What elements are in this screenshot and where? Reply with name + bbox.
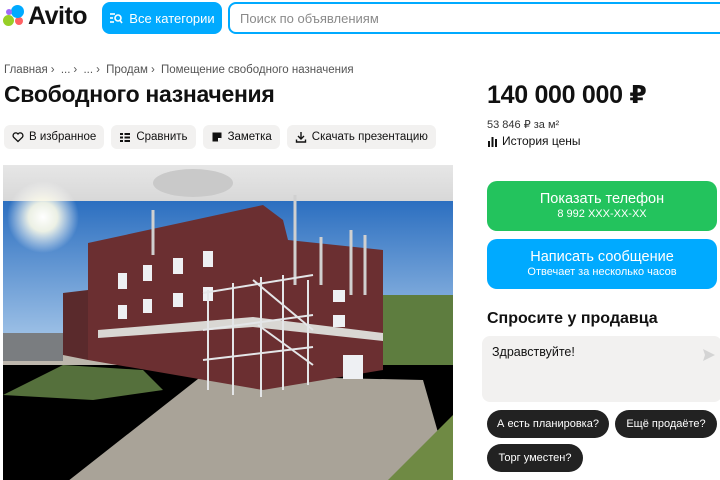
write-message-label: Написать сообщение xyxy=(530,249,674,265)
search-input[interactable]: Поиск по объявлениям xyxy=(228,2,720,34)
show-phone-label: Показать телефон xyxy=(539,191,665,207)
price-per-m2: 53 846 ₽ за м² xyxy=(487,119,560,131)
note-button[interactable]: Заметка xyxy=(202,125,280,149)
ask-seller-input[interactable]: Здравствуйте! xyxy=(482,336,720,402)
ask-input-value: Здравствуйте! xyxy=(492,345,575,359)
download-presentation-label: Скачать презентацию xyxy=(311,131,428,143)
breadcrumb-item-sell[interactable]: Продам xyxy=(106,64,148,76)
chip-bargain[interactable]: Торг уместен? xyxy=(487,444,583,472)
add-to-favorites-button[interactable]: В избранное xyxy=(4,125,105,149)
breadcrumb-item-ellipsis-1[interactable]: ... xyxy=(61,64,71,76)
avito-logo[interactable]: Avito xyxy=(3,1,88,30)
note-icon xyxy=(212,132,222,142)
breadcrumb: Главная › ... › ... › Продам › Помещение сво… xyxy=(4,64,354,76)
price-history-link[interactable]: История цены xyxy=(487,134,581,148)
response-time: Отвечает за несколько часов xyxy=(527,266,677,278)
heart-icon xyxy=(12,132,24,143)
chart-icon xyxy=(488,136,497,147)
favorites-label: В избранное xyxy=(29,131,97,143)
compare-label: Сравнить xyxy=(136,131,188,143)
listing-photo[interactable] xyxy=(3,165,453,480)
download-icon xyxy=(295,132,306,143)
categories-search-icon xyxy=(110,13,123,24)
ask-seller-title: Спросите у продавца xyxy=(487,310,658,327)
chip-still-selling[interactable]: Ещё продаёте? xyxy=(615,410,717,438)
logo-text: Avito xyxy=(28,1,88,30)
chip-layout-question[interactable]: А есть планировка? xyxy=(487,410,609,438)
show-phone-button[interactable]: Показать телефон 8 992 XXX-XX-XX xyxy=(487,181,717,231)
phone-masked: 8 992 XXX-XX-XX xyxy=(557,208,647,220)
breadcrumb-item-category[interactable]: Помещение свободного назначения xyxy=(161,64,354,76)
listing-actions: В избранное Сравнить Заметка Скачать пре… xyxy=(4,125,436,149)
breadcrumb-item-ellipsis-2[interactable]: ... xyxy=(83,64,93,76)
logo-dots-icon xyxy=(3,5,25,27)
all-categories-label: Все категории xyxy=(129,10,215,26)
search-placeholder: Поиск по объявлениям xyxy=(240,10,379,26)
send-icon[interactable] xyxy=(702,348,716,362)
download-presentation-button[interactable]: Скачать презентацию xyxy=(286,125,436,149)
write-message-button[interactable]: Написать сообщение Отвечает за несколько… xyxy=(487,239,717,289)
page-title: Свободного назначения xyxy=(4,81,275,107)
compare-icon xyxy=(120,133,131,142)
price-history-label: История цены xyxy=(502,134,581,148)
breadcrumb-item-home[interactable]: Главная xyxy=(4,64,48,76)
note-label: Заметка xyxy=(227,131,272,143)
all-categories-button[interactable]: Все категории xyxy=(102,2,222,34)
compare-button[interactable]: Сравнить xyxy=(111,125,196,149)
price: 140 000 000 ₽ xyxy=(487,81,647,109)
building-photo-image xyxy=(3,165,453,480)
